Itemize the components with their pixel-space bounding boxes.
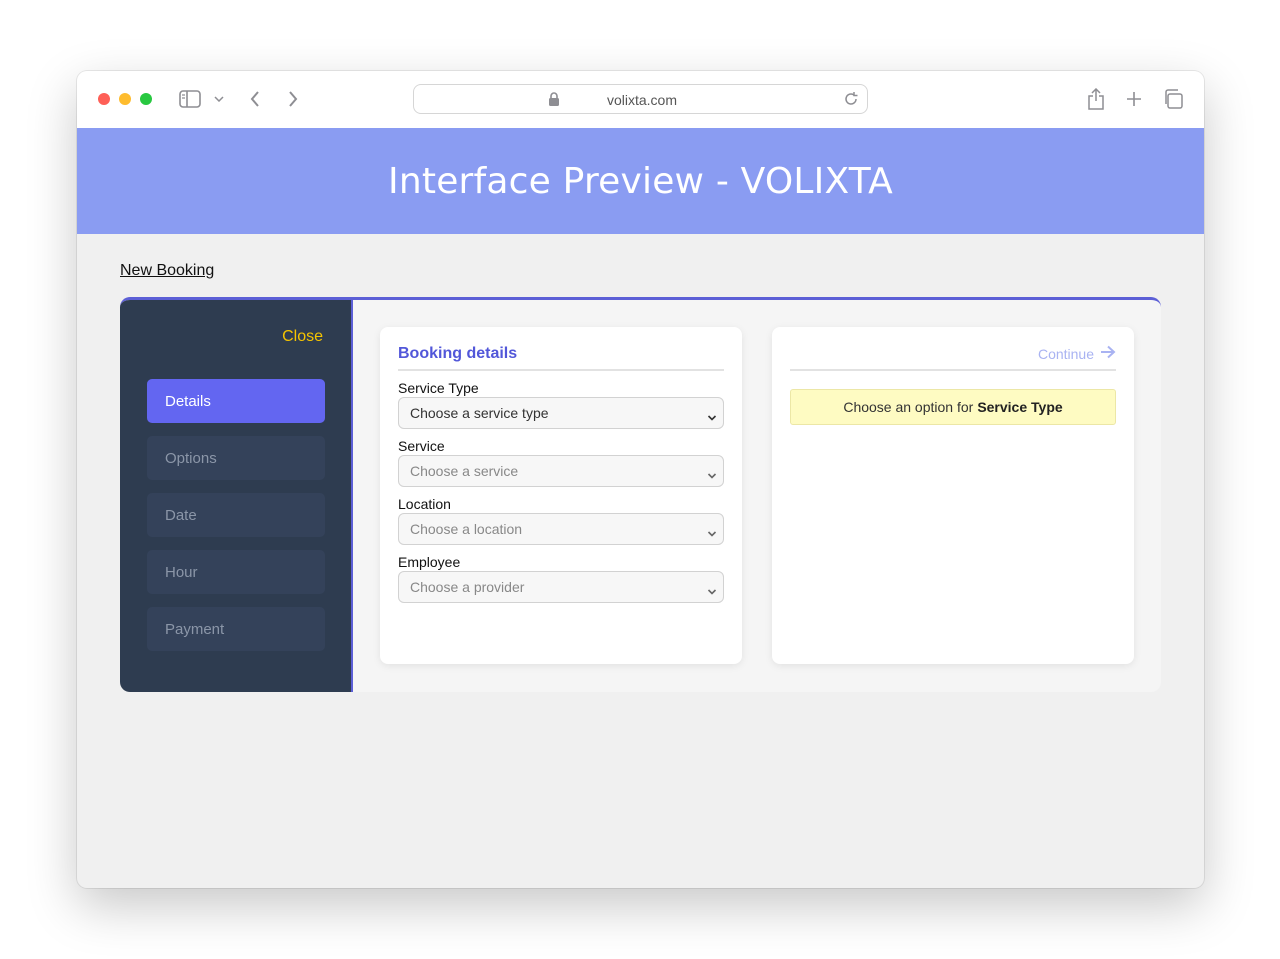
- select-value: Choose a location: [410, 521, 523, 537]
- summary-card: Continue Choose an option for Service Ty…: [772, 327, 1134, 664]
- select-value: Choose a service: [410, 463, 519, 479]
- service-type-select[interactable]: Choose a service type: [398, 397, 724, 429]
- close-button[interactable]: Close: [282, 328, 323, 346]
- page-banner: Interface Preview - VOLIXTA: [77, 128, 1204, 234]
- location-select[interactable]: Choose a location: [398, 513, 724, 545]
- step-label: Hour: [165, 563, 198, 581]
- address-bar[interactable]: volixta.com: [413, 84, 868, 114]
- card-title: Booking details: [398, 345, 724, 371]
- browser-window: volixta.com Interface Preview - VOLIXTA …: [77, 71, 1204, 888]
- alert-emphasis: Service Type: [977, 399, 1063, 415]
- step-label: Options: [165, 449, 217, 467]
- chevron-down-icon: [707, 467, 717, 479]
- share-icon[interactable]: [1085, 86, 1107, 112]
- step-hour[interactable]: Hour: [147, 550, 325, 594]
- booking-details-card: Booking details Service Type Choose a se…: [380, 327, 742, 664]
- plus-icon[interactable]: [1123, 88, 1145, 110]
- chevron-down-icon: [707, 525, 717, 537]
- close-window-button[interactable]: [98, 93, 110, 105]
- step-payment[interactable]: Payment: [147, 607, 325, 651]
- step-label: Date: [165, 506, 197, 524]
- continue-label: Continue: [1037, 345, 1094, 362]
- employee-select[interactable]: Choose a provider: [398, 571, 724, 603]
- sidebar-icon[interactable]: [178, 88, 202, 110]
- chevron-down-icon[interactable]: [212, 89, 226, 109]
- step-label: Details: [165, 392, 211, 410]
- service-select[interactable]: Choose a service: [398, 455, 724, 487]
- continue-button[interactable]: Continue: [1038, 345, 1116, 362]
- zoom-window-button[interactable]: [140, 93, 152, 105]
- location-label: Location: [398, 496, 451, 512]
- validation-alert: Choose an option for Service Type: [790, 389, 1116, 425]
- select-value: Choose a provider: [410, 579, 525, 595]
- chevron-down-icon: [707, 583, 717, 595]
- page-title: Interface Preview - VOLIXTA: [388, 160, 893, 202]
- steps-sidebar: Close Details Options Date Hour Payment: [120, 300, 353, 692]
- forward-icon[interactable]: [283, 87, 303, 111]
- summary-header: Continue: [790, 345, 1116, 371]
- select-value: Choose a service type: [410, 405, 549, 421]
- service-label: Service: [398, 438, 445, 454]
- service-type-label: Service Type: [398, 380, 479, 396]
- chevron-down-icon: [707, 409, 717, 421]
- employee-label: Employee: [398, 554, 461, 570]
- minimize-window-button[interactable]: [119, 93, 131, 105]
- reload-icon[interactable]: [843, 91, 861, 109]
- back-icon[interactable]: [245, 87, 265, 111]
- step-date[interactable]: Date: [147, 493, 325, 537]
- browser-toolbar: volixta.com: [77, 71, 1204, 128]
- booking-widget: Close Details Options Date Hour Payment …: [120, 297, 1161, 692]
- new-booking-link[interactable]: New Booking: [120, 262, 214, 280]
- step-options[interactable]: Options: [147, 436, 325, 480]
- tab-overview-icon[interactable]: [1162, 88, 1184, 110]
- url-text: volixta.com: [606, 92, 678, 108]
- arrow-right-icon: [1100, 345, 1116, 362]
- step-details[interactable]: Details: [147, 379, 325, 423]
- alert-text: Choose an option for: [843, 399, 974, 415]
- step-label: Payment: [165, 620, 225, 638]
